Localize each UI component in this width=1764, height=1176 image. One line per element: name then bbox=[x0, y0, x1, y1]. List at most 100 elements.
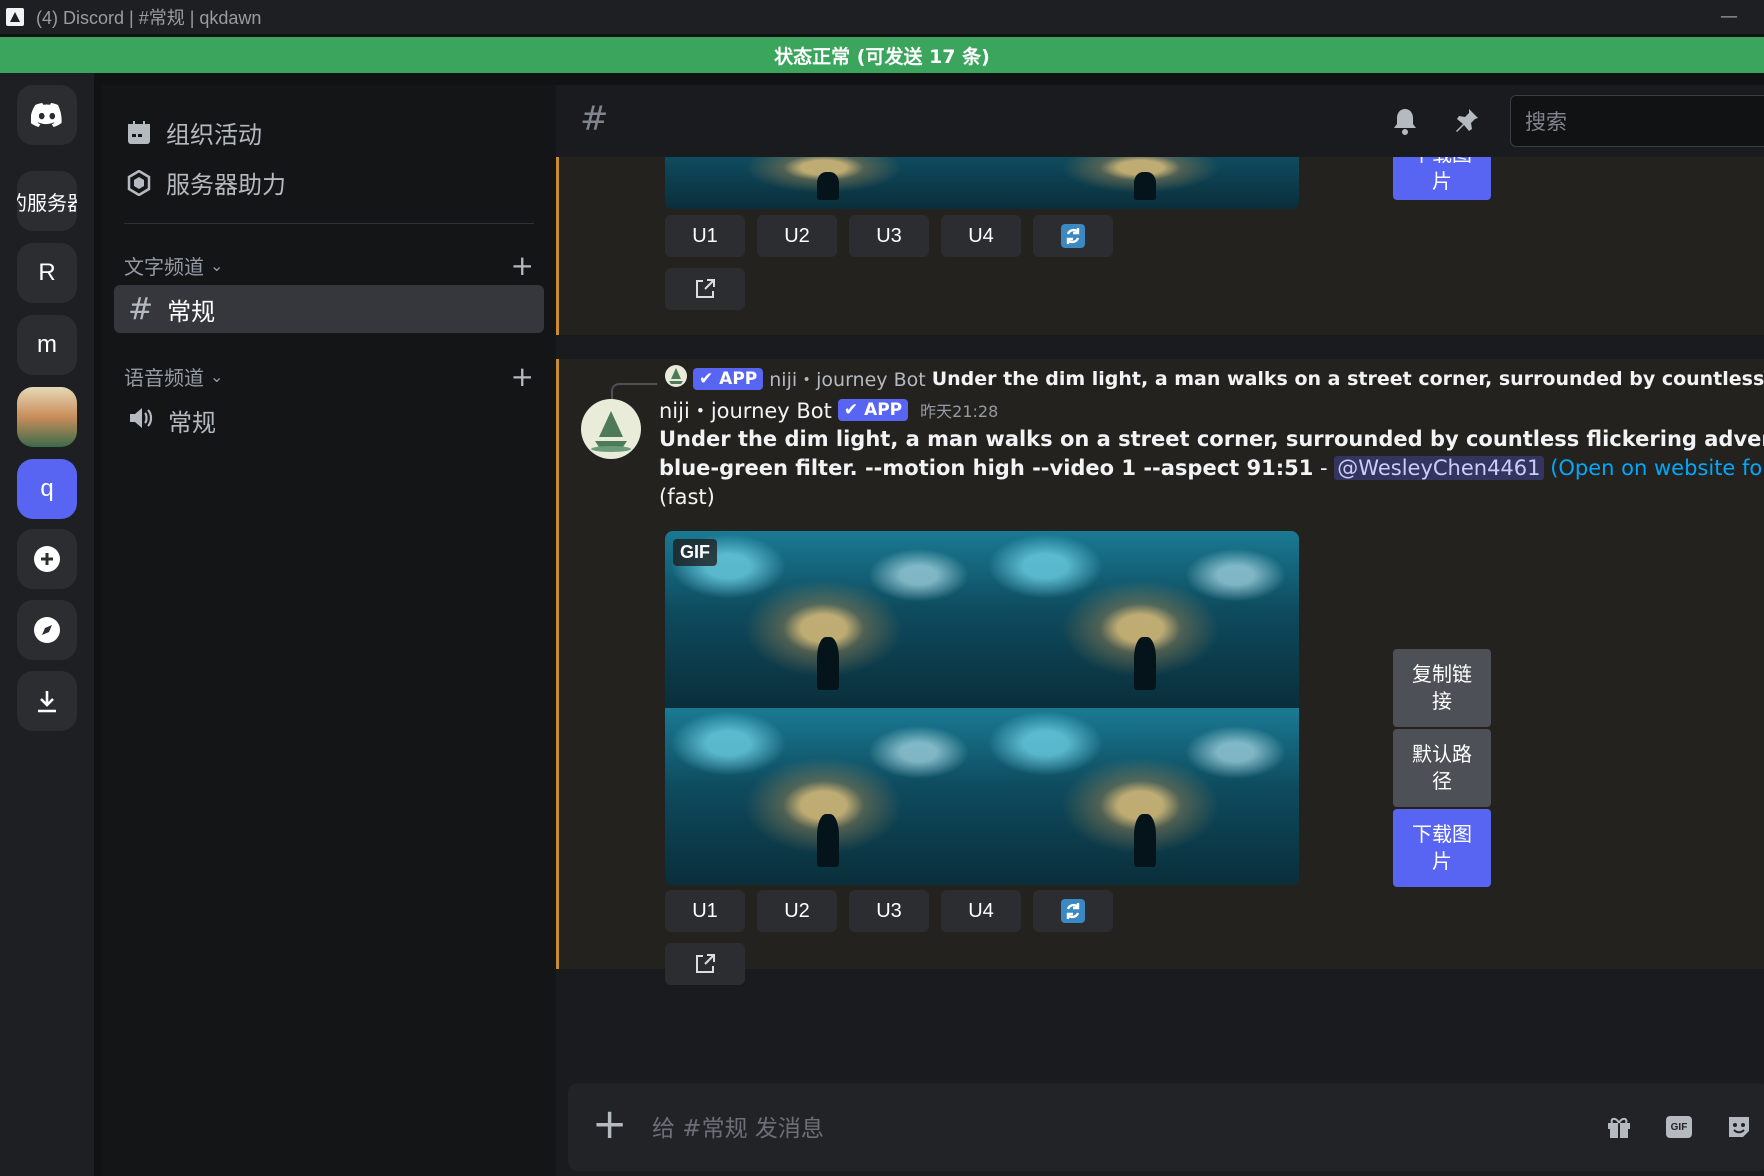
content-line: blue-green filter. --motion high --video… bbox=[659, 454, 1764, 483]
refresh-icon bbox=[1061, 899, 1085, 923]
add-server-button[interactable] bbox=[17, 529, 77, 589]
channel-item-voice-general[interactable]: 常规 bbox=[114, 396, 544, 444]
external-link-icon bbox=[696, 279, 715, 298]
channel-hash-icon: # bbox=[580, 99, 609, 139]
speaker-icon bbox=[128, 403, 154, 438]
upscale-u1-button[interactable]: U1 bbox=[665, 890, 745, 932]
bell-icon[interactable] bbox=[1392, 107, 1420, 135]
server-list: 的服务器 R m q bbox=[0, 73, 94, 1176]
upscale-u3-button[interactable]: U3 bbox=[849, 215, 929, 257]
timestamp: 昨天21:28 bbox=[920, 402, 999, 421]
download-image-button[interactable]: 下载图片 bbox=[1393, 157, 1491, 200]
category-label: 语音频道 bbox=[124, 366, 204, 390]
app-badge: ✔ APP bbox=[693, 367, 764, 390]
search-input[interactable]: 搜索 bbox=[1510, 95, 1764, 147]
copy-link-button[interactable]: 复制链接 bbox=[1393, 649, 1491, 727]
minimize-button[interactable]: — bbox=[1720, 6, 1738, 27]
image-tile bbox=[982, 531, 1299, 708]
category-label: 文字频道 bbox=[124, 255, 204, 279]
open-link-button[interactable] bbox=[665, 943, 745, 985]
channel-item-general[interactable]: # 常规 bbox=[114, 285, 544, 333]
message-composer: + 给 #常规 发消息 GIF bbox=[568, 1083, 1764, 1171]
message-item: ✔ APP niji・journey Bot Under the dim lig… bbox=[556, 359, 1764, 985]
server-label: R bbox=[38, 259, 56, 286]
search-placeholder: 搜索 bbox=[1525, 110, 1567, 134]
upscale-u3-button[interactable]: U3 bbox=[849, 890, 929, 932]
download-image-button[interactable]: 下载图片 bbox=[1393, 809, 1491, 887]
explore-icon bbox=[34, 617, 60, 643]
download-apps-button[interactable] bbox=[17, 671, 77, 731]
upscale-u4-button[interactable]: U4 bbox=[941, 215, 1021, 257]
upscale-u2-button[interactable]: U2 bbox=[757, 215, 837, 257]
add-voice-channel-button[interactable]: + bbox=[511, 360, 534, 393]
message-image-grid[interactable] bbox=[665, 157, 1299, 209]
author-name[interactable]: niji・journey Bot bbox=[659, 395, 832, 425]
chevron-down-icon: ⌄ bbox=[210, 367, 224, 386]
app-icon bbox=[6, 8, 24, 26]
server-item[interactable]: R bbox=[17, 243, 77, 303]
explore-button[interactable] bbox=[17, 600, 77, 660]
image-tile bbox=[982, 157, 1299, 209]
server-avatar-image[interactable] bbox=[17, 387, 77, 447]
reply-preview[interactable]: ✔ APP niji・journey Bot Under the dim lig… bbox=[693, 365, 1764, 392]
content-line: Under the dim light, a man walks on a st… bbox=[659, 427, 1764, 451]
reroll-button[interactable] bbox=[1033, 890, 1113, 932]
user-mention[interactable]: @WesleyChen4461 bbox=[1334, 456, 1544, 480]
upscale-button-row: U1 U2 U3 U4 bbox=[665, 890, 1113, 932]
add-server-icon bbox=[34, 546, 60, 572]
voice-channels-category[interactable]: 语音频道 ⌄ + bbox=[124, 360, 534, 393]
channel-sidebar: 组织活动 服务器助力 文字频道 ⌄ + # 常规 语音频道 ⌄ + 常规 bbox=[102, 85, 556, 1176]
avatar[interactable] bbox=[581, 399, 641, 459]
text-channel-icon: # bbox=[128, 291, 154, 327]
channel-label: 常规 bbox=[168, 408, 216, 437]
window-title: (4) Discord | #常规 | qkdawn bbox=[36, 8, 262, 28]
add-text-channel-button[interactable]: + bbox=[511, 249, 534, 282]
message-list: 下载图片 U1 U2 U3 U4 ✔ APP niji・journ bbox=[556, 157, 1764, 1047]
reroll-button[interactable] bbox=[1033, 215, 1113, 257]
reply-avatar bbox=[665, 365, 687, 387]
message-input[interactable]: 给 #常规 发消息 bbox=[652, 1109, 824, 1143]
reply-author: niji・journey Bot bbox=[769, 369, 926, 391]
upscale-u4-button[interactable]: U4 bbox=[941, 890, 1021, 932]
server-label: q bbox=[40, 475, 54, 502]
discord-logo-icon bbox=[31, 103, 62, 127]
message-header: niji・journey Bot ✔ APP 昨天21:28 bbox=[659, 395, 998, 425]
image-tile bbox=[982, 708, 1299, 885]
reply-text: Under the dim light, a man walks on a st… bbox=[931, 367, 1764, 390]
app-badge: ✔ APP bbox=[837, 399, 909, 421]
status-text: 状态正常 (可发送 17 条) bbox=[774, 45, 990, 68]
server-label: 的服务器 bbox=[17, 192, 77, 215]
server-item[interactable]: 的服务器 bbox=[17, 171, 77, 231]
upscale-button-row: U1 U2 U3 U4 bbox=[665, 215, 1113, 257]
pin-icon[interactable] bbox=[1452, 107, 1480, 135]
content-dash: - bbox=[1313, 456, 1335, 480]
upscale-u2-button[interactable]: U2 bbox=[757, 890, 837, 932]
image-tile bbox=[665, 708, 982, 885]
open-link-button[interactable] bbox=[665, 268, 745, 310]
default-path-button[interactable]: 默认路径 bbox=[1393, 729, 1491, 807]
chat-main: # 搜索 下载图片 U1 U2 U3 U4 bbox=[556, 85, 1764, 1176]
discord-home-button[interactable] bbox=[17, 85, 77, 145]
events-label: 组织活动 bbox=[166, 121, 262, 149]
attach-button[interactable]: + bbox=[592, 1099, 627, 1148]
gif-icon[interactable]: GIF bbox=[1663, 1111, 1695, 1143]
boost-icon bbox=[126, 169, 152, 196]
server-item-active[interactable]: q bbox=[17, 459, 77, 519]
gif-label: GIF bbox=[1670, 1121, 1688, 1133]
message-image-grid[interactable]: GIF bbox=[665, 531, 1299, 885]
gif-badge: GIF bbox=[673, 539, 717, 566]
channel-label: 常规 bbox=[167, 297, 216, 326]
chevron-down-icon: ⌄ bbox=[210, 256, 224, 275]
server-item[interactable]: m bbox=[17, 315, 77, 375]
upscale-u1-button[interactable]: U1 bbox=[665, 215, 745, 257]
content-line: (fast) bbox=[659, 485, 715, 509]
text-channels-category[interactable]: 文字频道 ⌄ + bbox=[124, 249, 534, 282]
server-boost-item[interactable]: 服务器助力 bbox=[126, 165, 286, 200]
events-item[interactable]: 组织活动 bbox=[126, 115, 262, 150]
channel-header: # 搜索 bbox=[556, 85, 1764, 157]
gift-icon[interactable] bbox=[1603, 1111, 1635, 1143]
website-link[interactable]: (Open on website for full qua bbox=[1544, 456, 1764, 480]
server-boost-label: 服务器助力 bbox=[166, 171, 286, 199]
server-label: m bbox=[37, 331, 57, 358]
sticker-icon[interactable] bbox=[1723, 1111, 1755, 1143]
